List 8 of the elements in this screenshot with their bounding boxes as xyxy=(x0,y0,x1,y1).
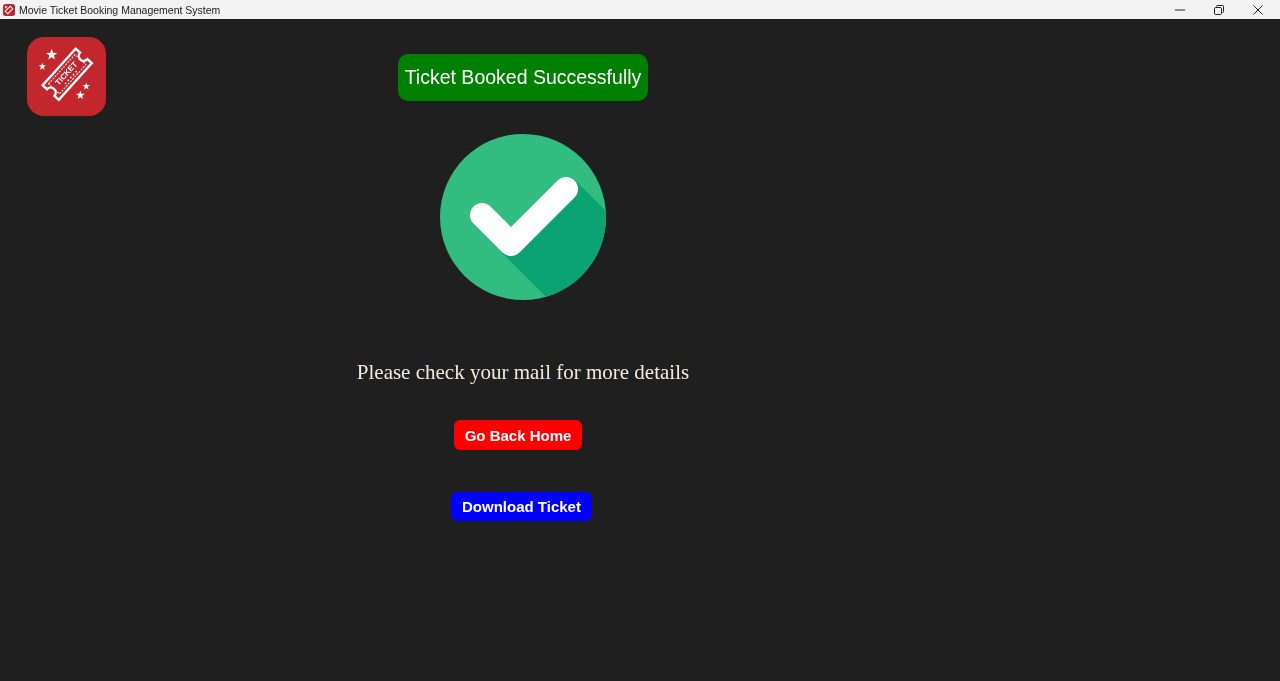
download-button[interactable]: Download Ticket xyxy=(451,492,592,521)
home-button[interactable]: Go Back Home xyxy=(453,420,583,450)
app-ticket-icon xyxy=(3,3,15,16)
restore-icon xyxy=(1213,4,1224,15)
mail-notice-text: Please check your mail for more details xyxy=(356,360,690,384)
window-title: Movie Ticket Booking Management System xyxy=(19,3,221,16)
close-icon xyxy=(1252,4,1263,15)
success-banner: Ticket Booked Successfully xyxy=(397,54,649,101)
